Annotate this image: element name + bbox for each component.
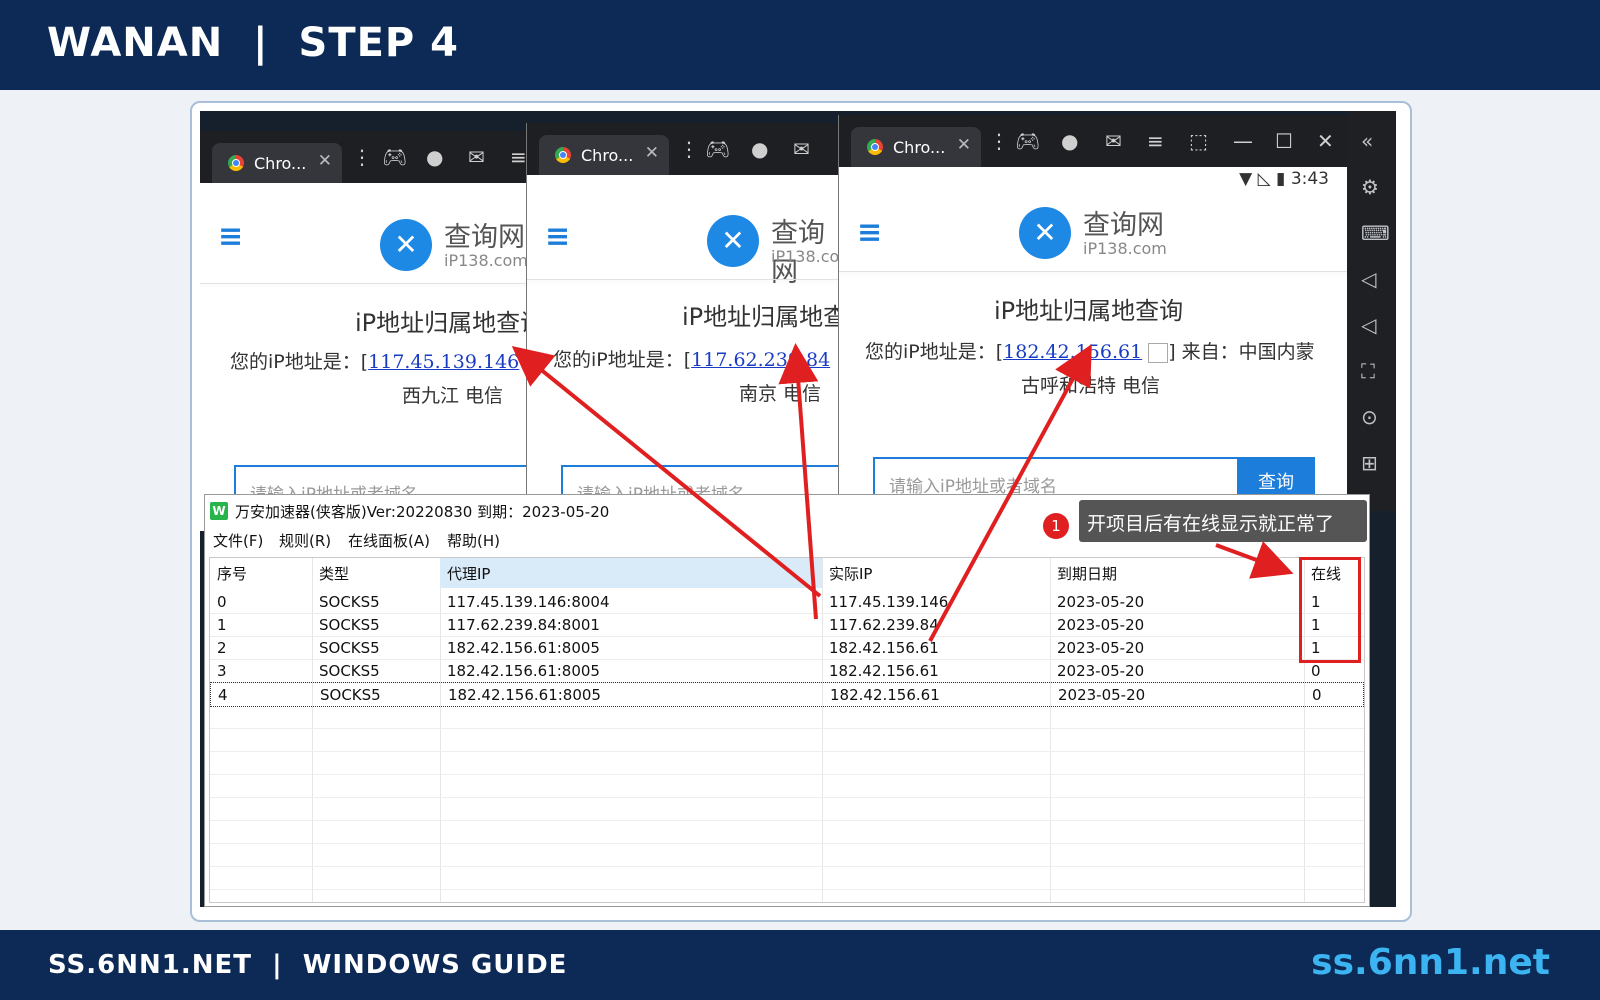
annotation-arrows xyxy=(511,343,1294,642)
screenshot-frame: Chro... ✕ ⋮ 🎮︎ ● ✉ ≡ ≡ ✕ 查询网 iP138.com i… xyxy=(190,101,1412,922)
footer-left: SS.6NN1.NET | WINDOWS GUIDE xyxy=(48,950,568,980)
banner-title: WANAN | STEP 4 xyxy=(47,20,459,66)
arrow-ip3 xyxy=(928,343,1092,642)
footer-url[interactable]: ss.6nn1.net xyxy=(1311,942,1550,983)
top-banner: WANAN | STEP 4 xyxy=(0,0,1600,90)
arrow-ip1 xyxy=(511,345,822,598)
bottom-banner: SS.6NN1.NET | WINDOWS GUIDE ss.6nn1.net xyxy=(0,930,1600,1000)
arrow-online xyxy=(1215,541,1294,579)
screenshot-content: Chro... ✕ ⋮ 🎮︎ ● ✉ ≡ ≡ ✕ 查询网 iP138.com i… xyxy=(200,111,1396,907)
